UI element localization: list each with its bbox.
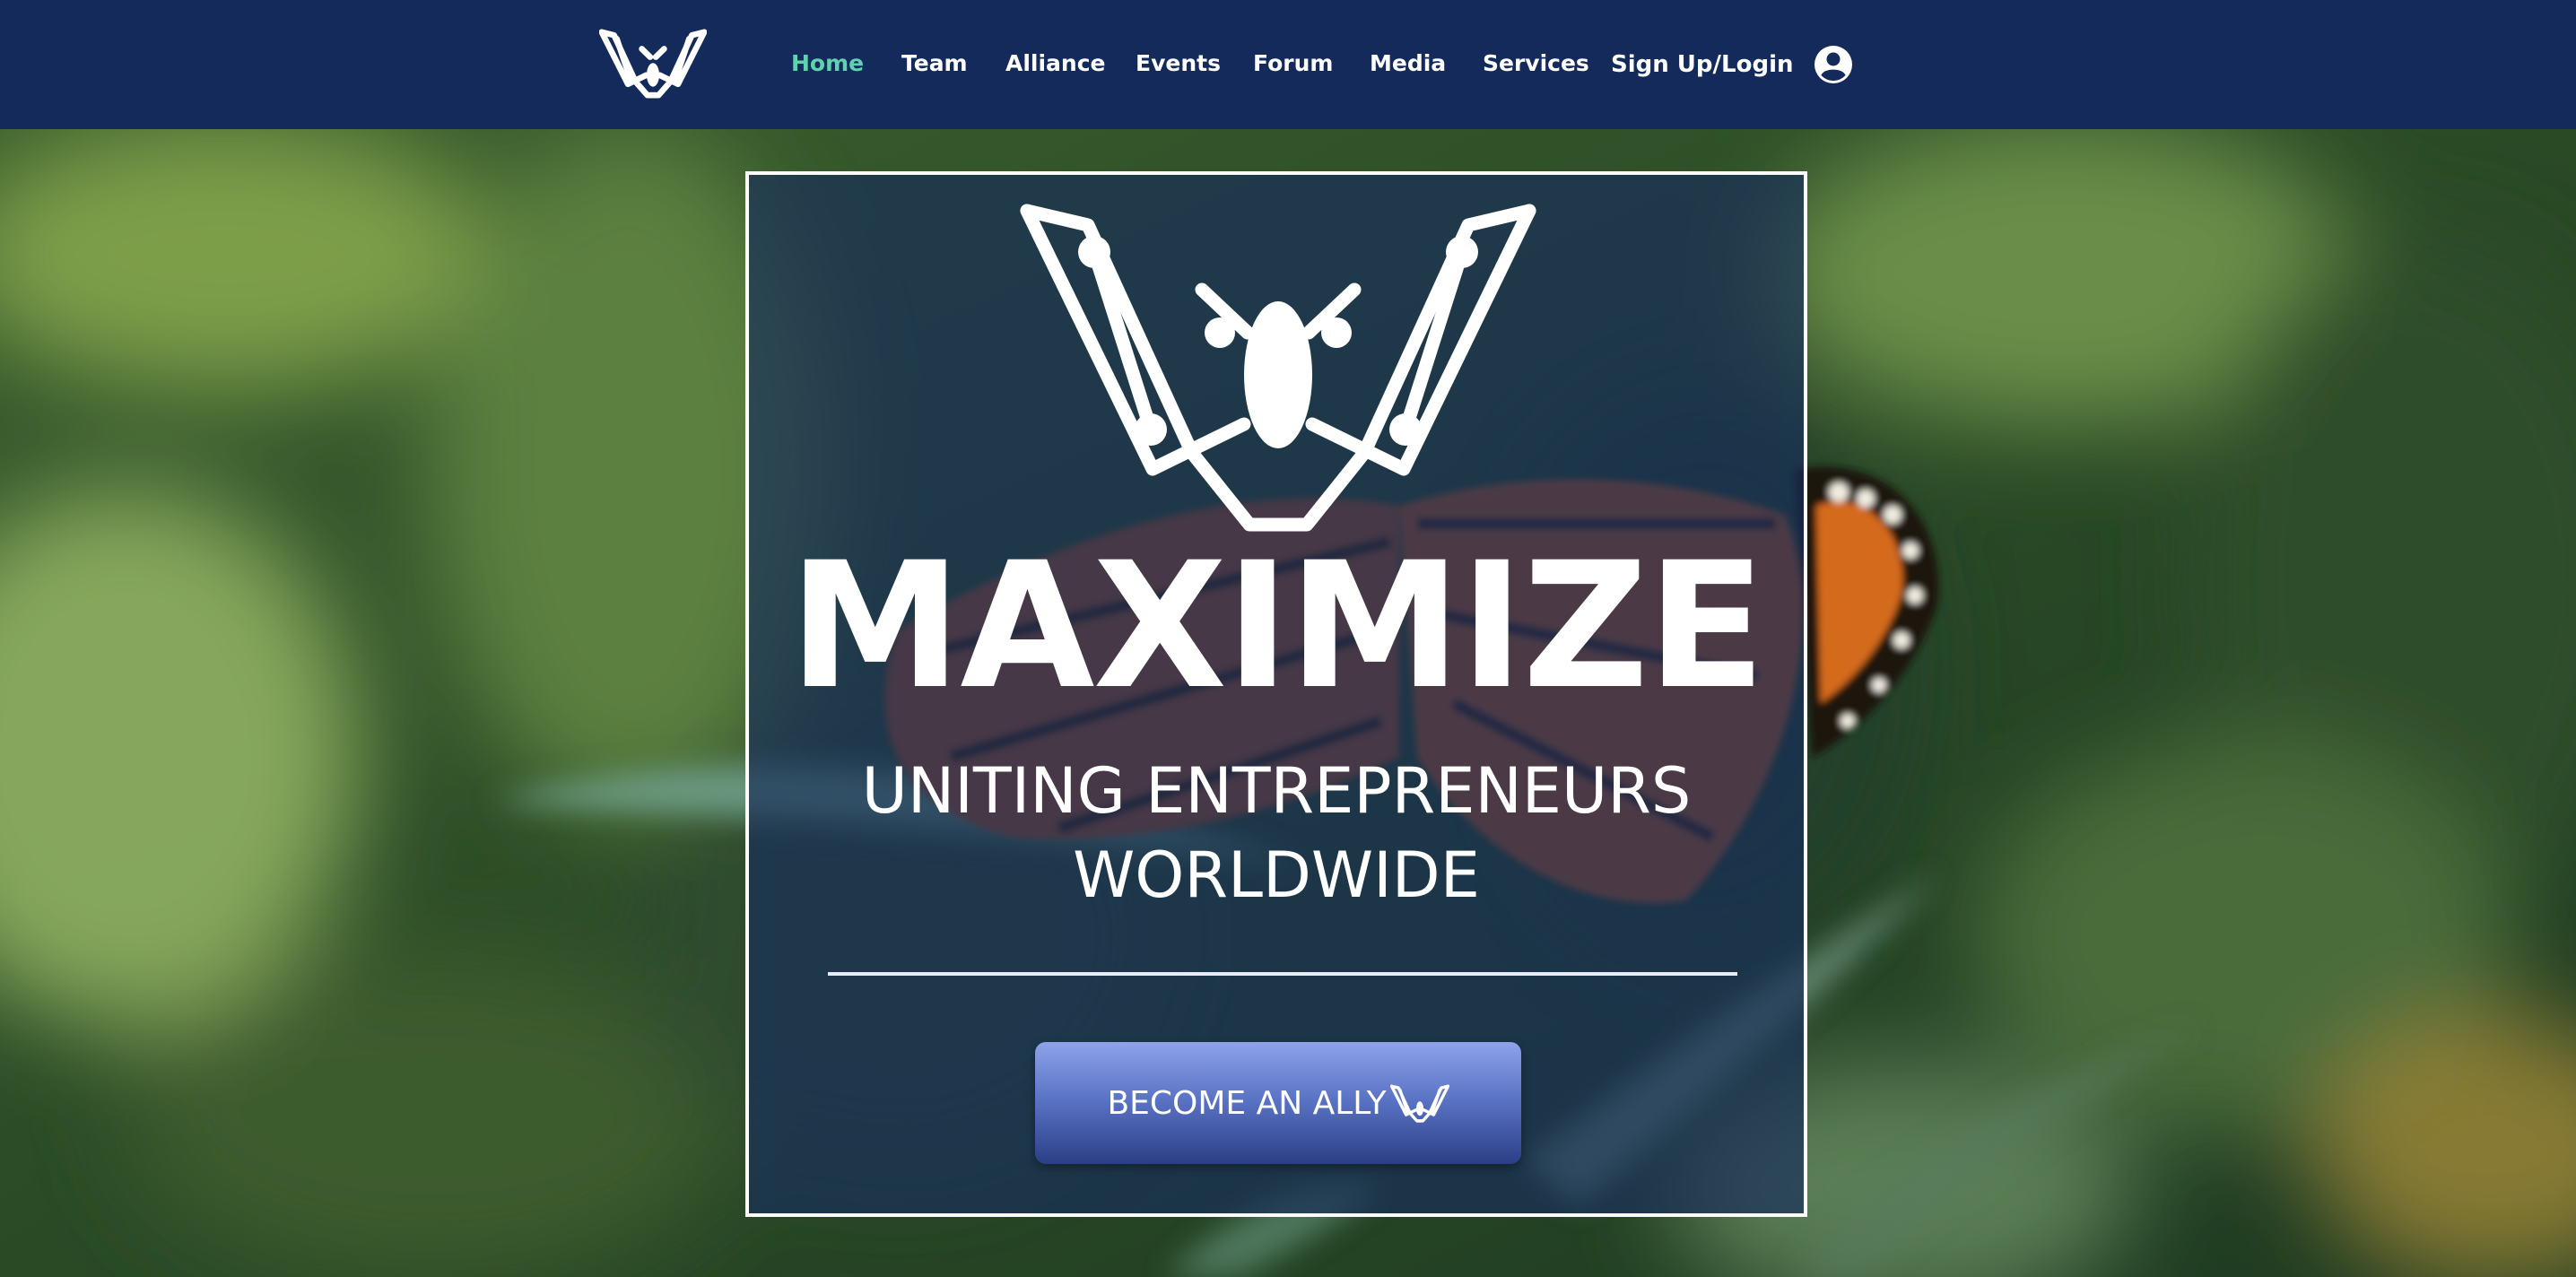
butterfly-logo-icon <box>1389 1084 1449 1123</box>
login-label: Sign Up/Login <box>1611 51 1794 78</box>
user-avatar-icon[interactable] <box>1814 45 1853 84</box>
nav-item-forum[interactable]: Forum <box>1253 47 1333 81</box>
nav-item-team[interactable]: Team <box>901 47 968 81</box>
butterfly-logo-icon[interactable] <box>599 27 707 99</box>
hero-divider <box>828 972 1737 976</box>
nav-item-media[interactable]: Media <box>1370 47 1446 81</box>
become-an-ally-button[interactable]: BECOME AN ALLY <box>1035 1042 1521 1164</box>
hero-subtitle: UNITING ENTREPRENEURS WORLDWIDE <box>749 749 1804 917</box>
hero-subtitle-line-1: UNITING ENTREPRENEURS <box>861 754 1692 828</box>
maximize-butterfly-logo-icon <box>1020 204 1536 532</box>
sign-up-login-button[interactable]: Sign Up/Login <box>1611 43 1853 86</box>
cta-label: BECOME AN ALLY <box>1107 1084 1387 1122</box>
top-nav-bar: Home Team Alliance Events Forum Media Se… <box>0 0 2576 129</box>
nav-item-services[interactable]: Services <box>1483 47 1589 81</box>
nav-item-home[interactable]: Home <box>791 47 864 81</box>
hero-title: MAXIMIZE <box>788 525 1765 727</box>
nav-item-events[interactable]: Events <box>1136 47 1221 81</box>
hero-card: MAXIMIZE UNITING ENTREPRENEURS WORLDWIDE… <box>745 171 1807 1217</box>
nav-item-alliance[interactable]: Alliance <box>1005 47 1106 81</box>
hero-subtitle-line-2: WORLDWIDE <box>1073 838 1480 912</box>
